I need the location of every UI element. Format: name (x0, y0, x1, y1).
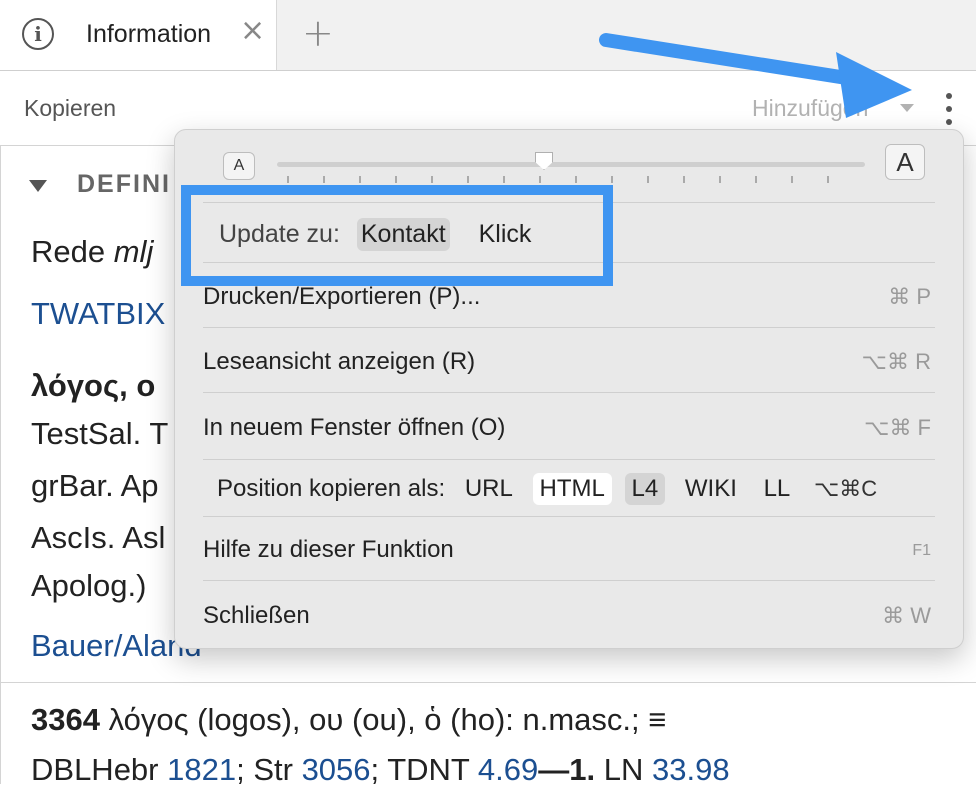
divider (1, 682, 976, 683)
ref-label: ; TDNT (370, 752, 470, 787)
menu-separator (203, 459, 935, 460)
slider-tick (359, 176, 361, 183)
reference-line: DBLHebr 1821; Str 3056; TDNT 4.69—1. LN … (31, 752, 730, 788)
definition-line: Rede mlj (31, 234, 154, 269)
copy-as-l4[interactable]: L4 (624, 473, 666, 505)
entry-line: 3364 λόγος (logos), ου (ou), ὁ (ho): n.m… (31, 702, 666, 738)
ref-link-3398[interactable]: 33.98 (652, 752, 730, 787)
ref-link-1821[interactable]: 1821 (167, 752, 236, 787)
slider-tick (791, 176, 793, 183)
ref-label: ; Str (236, 752, 293, 787)
menu-item-help[interactable]: Hilfe zu dieser Funktion (203, 536, 454, 564)
ref-link-3056[interactable]: 3056 (302, 752, 371, 787)
slider-tick (647, 176, 649, 183)
plus-icon[interactable]: + (302, 14, 334, 52)
copy-as-ll[interactable]: LL (757, 473, 798, 505)
menu-separator (203, 580, 935, 581)
tab-information[interactable]: i Information × (0, 0, 277, 70)
slider-tick (323, 176, 325, 183)
copy-as-html[interactable]: HTML (532, 473, 612, 505)
menu-separator (203, 516, 935, 517)
slider-tick (395, 176, 397, 183)
definition-line: Apolog.) (31, 568, 147, 603)
tab-title: Information (86, 20, 212, 48)
disclosure-triangle-icon[interactable] (29, 180, 47, 192)
menu-item-reader-view[interactable]: Leseansicht anzeigen (R) (203, 348, 475, 376)
shortcut: ⌥⌘C (813, 476, 878, 501)
slider-tick (755, 176, 757, 183)
definition-line: grBar. Ap (31, 468, 159, 503)
copy-as-url[interactable]: URL (458, 473, 520, 505)
info-icon: i (22, 18, 54, 50)
menu-separator (203, 392, 935, 393)
slider-tick (683, 176, 685, 183)
entry-text: λόγος (logos), ου (ou), ὁ (ho): n.masc.; (108, 702, 640, 737)
entry-number: 3364 (31, 702, 100, 737)
font-size-large-icon[interactable]: A (885, 144, 925, 180)
copy-button[interactable]: Kopieren (24, 95, 116, 122)
close-icon[interactable]: × (240, 16, 265, 46)
slider-tick (503, 176, 505, 183)
ref-sense-number: —1. (538, 752, 596, 787)
shortcut: ⌘ P (888, 284, 931, 309)
slider-tick (719, 176, 721, 183)
add-dropdown-button[interactable]: Hinzufügen (752, 95, 868, 122)
slider-tick (467, 176, 469, 183)
list-icon[interactable]: ≡ (648, 702, 666, 737)
menu-item-print-export[interactable]: Drucken/Exportieren (P)... (203, 283, 480, 311)
shortcut: ⌘ W (882, 603, 931, 628)
menu-item-open-new-window[interactable]: In neuem Fenster öffnen (O) (203, 414, 505, 442)
ref-label: DBLHebr (31, 752, 159, 787)
definition-line: TestSal. T (31, 416, 169, 451)
slider-tick (575, 176, 577, 183)
slider-thumb[interactable] (535, 152, 553, 170)
section-title[interactable]: DEFINI (77, 170, 171, 199)
definition-line: AscIs. Asl (31, 520, 166, 555)
tab-bar: i Information × + (0, 0, 976, 71)
font-size-slider[interactable] (277, 162, 865, 167)
ref-label: LN (595, 752, 644, 787)
shortcut: F1 (912, 542, 931, 559)
copy-as-wiki[interactable]: WIKI (678, 473, 744, 505)
shortcut: ⌥⌘ R (861, 349, 931, 374)
slider-tick (287, 176, 289, 183)
copy-position-row: Position kopieren als: URL HTML L4 WIKI … (217, 473, 877, 505)
copy-position-label: Position kopieren als: (217, 475, 446, 502)
caret-down-icon[interactable] (900, 104, 914, 112)
definition-link[interactable]: TWATBIX (31, 296, 165, 332)
annotation-highlight-box (181, 185, 613, 286)
menu-item-close[interactable]: Schließen (203, 602, 310, 630)
menu-separator (203, 327, 935, 328)
definition-headword: λόγος, ο (31, 368, 156, 403)
slider-tick (611, 176, 613, 183)
shortcut: ⌥⌘ F (864, 415, 931, 440)
slider-tick (431, 176, 433, 183)
slider-tick (827, 176, 829, 183)
font-size-small-icon[interactable]: A (223, 152, 255, 180)
ref-link-469[interactable]: 4.69 (478, 752, 538, 787)
slider-tick (539, 176, 541, 183)
kebab-menu-icon[interactable] (942, 93, 956, 127)
